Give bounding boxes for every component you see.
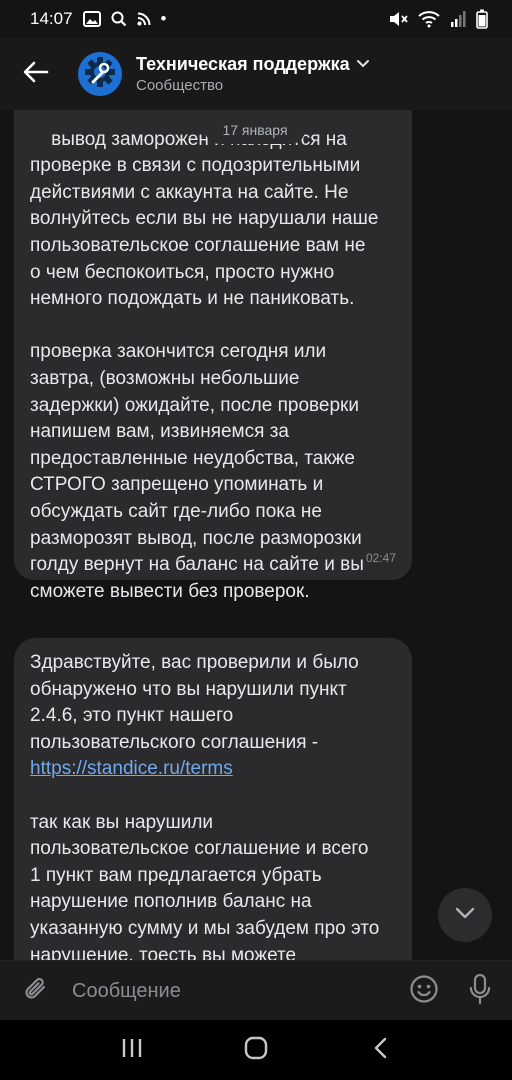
- title-block[interactable]: Техническая поддержка Сообщество: [136, 54, 370, 94]
- gear-icon: [83, 55, 117, 94]
- search-icon: [111, 11, 127, 27]
- back-button[interactable]: [4, 42, 68, 106]
- message-bubble[interactable]: вывод заморожен и находится на проверке …: [14, 110, 412, 602]
- message-text-continued: так как вы нарушили пользовательское сог…: [30, 811, 380, 960]
- message-composer: [0, 960, 512, 1021]
- microphone-button[interactable]: [458, 969, 502, 1013]
- message-text: вывод заморожен и находится на проверке …: [30, 128, 379, 602]
- back-nav-button[interactable]: [350, 1025, 410, 1075]
- message-text: Здравствуйте, вас проверили и было обнар…: [30, 652, 359, 753]
- battery-icon: [476, 9, 488, 29]
- recent-apps-button[interactable]: [102, 1025, 162, 1075]
- paperclip-icon: [23, 975, 49, 1008]
- message-time: 02:47: [365, 551, 396, 566]
- status-right: [388, 9, 488, 29]
- recent-apps-icon: [121, 1038, 143, 1063]
- rss-icon: [137, 12, 151, 26]
- message-input[interactable]: [70, 978, 390, 1004]
- home-button[interactable]: [226, 1025, 286, 1075]
- system-navigation-bar: [0, 1020, 512, 1080]
- message-bubble[interactable]: Здравствуйте, вас проверили и было обнар…: [14, 638, 412, 960]
- status-bar: 14:07 •: [0, 0, 512, 38]
- terms-link[interactable]: https://standice.ru/terms: [30, 758, 233, 779]
- title-row: Техническая поддержка: [136, 54, 370, 75]
- back-chevron-icon: [373, 1037, 387, 1064]
- status-time: 14:07: [30, 9, 73, 28]
- chevron-down-icon[interactable]: [356, 56, 370, 74]
- status-left: 14:07 •: [30, 9, 167, 29]
- chat-subtitle: Сообщество: [136, 77, 224, 94]
- date-separator: 17 января: [205, 116, 305, 144]
- chat-header: Техническая поддержка Сообщество: [0, 38, 512, 110]
- smiley-icon: [409, 974, 439, 1009]
- avatar[interactable]: [78, 52, 122, 96]
- emoji-button[interactable]: [402, 969, 446, 1013]
- attach-button[interactable]: [14, 969, 58, 1013]
- gallery-icon: [82, 11, 101, 27]
- home-icon: [244, 1036, 268, 1065]
- mute-icon: [388, 10, 408, 28]
- scroll-down-button[interactable]: [438, 888, 492, 942]
- back-arrow-icon: [23, 61, 49, 88]
- signal-icon: [450, 10, 466, 28]
- microphone-icon: [468, 973, 492, 1010]
- chat-title: Техническая поддержка: [136, 54, 350, 74]
- chevron-down-icon: [455, 906, 475, 924]
- wifi-icon: [418, 10, 440, 28]
- message-list[interactable]: вывод заморожен и находится на проверке …: [0, 110, 512, 960]
- notification-dot: •: [160, 9, 167, 28]
